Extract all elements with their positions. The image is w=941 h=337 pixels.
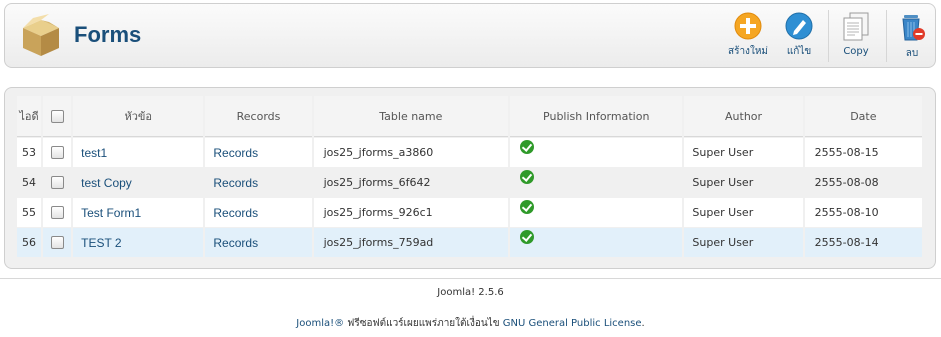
row-records-cell: Records — [205, 198, 312, 227]
trash-icon — [902, 15, 925, 41]
row-title-cell: test1 — [73, 138, 204, 167]
column-header-table-name[interactable]: Table name — [313, 96, 509, 137]
row-records-cell: Records — [205, 138, 312, 167]
row-date: 2555-08-08 — [804, 168, 922, 197]
toolbar: Forms สร้างใหม่ แก้ไข Copy ลบ — [4, 3, 936, 68]
table-row: 55 Test Form1 Records jos25_jforms_926c1… — [17, 198, 922, 227]
table-row: 54 test Copy Records jos25_jforms_6f642 … — [17, 168, 922, 197]
toolbar-separator — [828, 10, 829, 62]
license-end: . — [641, 318, 645, 329]
row-records-link[interactable]: Records — [213, 146, 258, 160]
delete-button-label: ลบ — [905, 48, 919, 59]
row-records-link[interactable]: Records — [213, 206, 258, 220]
copy-button[interactable]: Copy — [837, 12, 875, 62]
row-checkbox[interactable] — [50, 206, 64, 220]
column-header-author[interactable]: Author — [684, 96, 803, 137]
delete-button[interactable]: ลบ — [895, 12, 929, 62]
table-row: 53 test1 Records jos25_jforms_a3860 Supe… — [17, 138, 922, 167]
table-row: 56 TEST 2 Records jos25_jforms_759ad Sup… — [17, 228, 922, 257]
row-date: 2555-08-15 — [804, 138, 922, 167]
row-id: 53 — [17, 138, 42, 167]
gpl-link[interactable]: GNU General Public License — [503, 318, 642, 329]
row-records-cell: Records — [205, 228, 312, 257]
table-header-row: ไอดี หัวข้อ Records Table name Publish I… — [17, 96, 922, 137]
row-select-cell — [43, 198, 72, 227]
row-author: Super User — [684, 198, 803, 227]
row-title-cell: Test Form1 — [73, 198, 204, 227]
row-publish-cell — [510, 228, 683, 257]
row-title-link[interactable]: Test Form1 — [81, 206, 141, 220]
row-records-cell: Records — [205, 168, 312, 197]
row-checkbox[interactable] — [50, 176, 64, 190]
row-publish-cell — [510, 138, 683, 167]
row-title-cell: TEST 2 — [73, 228, 204, 257]
column-header-records[interactable]: Records — [205, 96, 312, 137]
published-check-icon[interactable] — [520, 230, 535, 244]
row-select-cell — [43, 228, 72, 257]
license-text: Joomla!® ฟรีซอฟต์แวร์เผยแพร่ภายใต้เงื่อน… — [0, 316, 941, 331]
column-header-title[interactable]: หัวข้อ — [73, 96, 204, 137]
row-records-link[interactable]: Records — [213, 236, 258, 250]
column-header-checkall — [43, 96, 72, 137]
row-id: 56 — [17, 228, 42, 257]
joomla-link[interactable]: Joomla!® — [296, 318, 344, 329]
row-select-cell — [43, 168, 72, 197]
row-checkbox[interactable] — [50, 146, 64, 160]
new-button-label: สร้างใหม่ — [727, 46, 769, 57]
row-date: 2555-08-10 — [804, 198, 922, 227]
row-author: Super User — [684, 168, 803, 197]
check-all-checkbox[interactable] — [50, 109, 64, 123]
row-date: 2555-08-14 — [804, 228, 922, 257]
edit-button[interactable]: แก้ไข — [781, 12, 817, 62]
row-publish-cell — [510, 168, 683, 197]
copy-icon — [843, 12, 869, 41]
published-check-icon[interactable] — [520, 140, 535, 154]
license-description: ฟรีซอฟต์แวร์เผยแพร่ภายใต้เงื่อนไข — [344, 318, 503, 329]
row-publish-cell — [510, 198, 683, 227]
row-select-cell — [43, 138, 72, 167]
published-check-icon[interactable] — [520, 200, 535, 214]
footer-divider — [0, 278, 941, 279]
version-text: Joomla! 2.5.6 — [437, 287, 504, 298]
page-title: Forms — [74, 22, 142, 47]
forms-table: ไอดี หัวข้อ Records Table name Publish I… — [15, 95, 924, 258]
row-table-name: jos25_jforms_a3860 — [313, 138, 509, 167]
row-title-link[interactable]: TEST 2 — [81, 236, 121, 250]
new-button[interactable]: สร้างใหม่ — [726, 12, 770, 62]
edit-button-label: แก้ไข — [786, 46, 812, 57]
row-table-name: jos25_jforms_759ad — [313, 228, 509, 257]
row-title-link[interactable]: test1 — [81, 146, 107, 160]
published-check-icon[interactable] — [520, 170, 535, 184]
row-title-cell: test Copy — [73, 168, 204, 197]
toolbar-separator — [886, 10, 887, 62]
forms-list: ไอดี หัวข้อ Records Table name Publish I… — [4, 87, 936, 269]
column-header-date[interactable]: Date — [804, 96, 922, 137]
copy-button-label: Copy — [843, 46, 869, 57]
column-header-publish[interactable]: Publish Information — [510, 96, 683, 137]
row-author: Super User — [684, 138, 803, 167]
row-author: Super User — [684, 228, 803, 257]
row-table-name: jos25_jforms_926c1 — [313, 198, 509, 227]
row-id: 54 — [17, 168, 42, 197]
row-title-link[interactable]: test Copy — [81, 176, 132, 190]
row-id: 55 — [17, 198, 42, 227]
pencil-icon — [785, 12, 813, 40]
row-records-link[interactable]: Records — [213, 176, 258, 190]
row-checkbox[interactable] — [50, 236, 64, 250]
row-table-name: jos25_jforms_6f642 — [313, 168, 509, 197]
forms-box-icon — [23, 14, 59, 56]
add-icon — [734, 12, 762, 40]
column-header-id[interactable]: ไอดี — [17, 96, 42, 137]
